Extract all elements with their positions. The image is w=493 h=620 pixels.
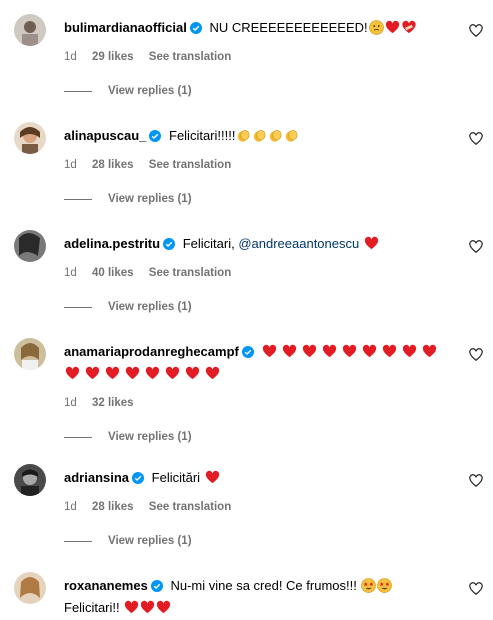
- view-replies-label: View replies (1): [108, 193, 192, 205]
- comment-time: 1d: [64, 501, 77, 513]
- see-translation-button[interactable]: See translation: [149, 501, 231, 513]
- star-struck-icon: [361, 578, 377, 598]
- neutral-face-icon: [368, 20, 384, 40]
- verified-badge-icon: [163, 236, 176, 255]
- red-heart-icon: [364, 236, 379, 256]
- avatar[interactable]: [14, 572, 46, 604]
- replies-divider: [64, 436, 92, 438]
- comment-likes[interactable]: 28 likes: [92, 159, 134, 171]
- red-heart-icon: [262, 344, 277, 364]
- comment-time: 1d: [64, 397, 77, 409]
- comment-text: Nu-mi vine sa cred! Ce frumos!!!: [170, 578, 357, 593]
- comment-meta: 1d 40 likes See translation: [64, 266, 453, 280]
- red-heart-icon: [145, 366, 160, 386]
- star-struck-icon: [377, 578, 393, 598]
- red-heart-icon: [205, 366, 220, 386]
- comment-username[interactable]: alinapuscau_: [64, 128, 146, 143]
- comment-username[interactable]: adriansina: [64, 470, 129, 485]
- red-heart-icon: [362, 344, 377, 364]
- comment-meta: 1d 32 likes: [64, 396, 453, 410]
- comment-username[interactable]: bulimardianaofficial: [64, 20, 187, 35]
- verified-badge-icon: [189, 20, 202, 39]
- view-replies-button[interactable]: View replies (1): [64, 84, 453, 98]
- red-heart-icon: [402, 344, 417, 364]
- red-heart-icon: [85, 366, 100, 386]
- comment-time: 1d: [64, 267, 77, 279]
- comment-meta: 1d 29 likes See translation: [64, 50, 453, 64]
- avatar[interactable]: [14, 230, 46, 262]
- red-heart-icon: [385, 20, 400, 40]
- comment-likes[interactable]: 40 likes: [92, 267, 134, 279]
- comment-time: 1d: [64, 159, 77, 171]
- verified-badge-icon: [149, 128, 162, 147]
- like-heart-icon[interactable]: [469, 132, 483, 146]
- avatar[interactable]: [14, 464, 46, 496]
- red-heart-icon: [322, 344, 337, 364]
- red-heart-icon: [156, 600, 171, 620]
- comment-text: Felicitări: [151, 470, 201, 485]
- view-replies-button[interactable]: View replies (1): [64, 192, 453, 206]
- comment-likes[interactable]: 32 likes: [92, 397, 134, 409]
- mending-heart-icon: [401, 20, 417, 40]
- replies-divider: [64, 540, 92, 542]
- avatar[interactable]: [14, 122, 46, 154]
- red-heart-icon: [140, 600, 155, 620]
- red-heart-icon: [65, 366, 80, 386]
- comment-username[interactable]: roxananemes: [64, 578, 148, 593]
- comment-likes[interactable]: 29 likes: [92, 51, 134, 63]
- verified-badge-icon: [150, 578, 163, 597]
- replies-divider: [64, 306, 92, 308]
- comment-likes[interactable]: 28 likes: [92, 501, 134, 513]
- view-replies-label: View replies (1): [108, 431, 192, 443]
- red-heart-icon: [105, 366, 120, 386]
- like-heart-icon[interactable]: [469, 582, 483, 596]
- comment-text-continued: Felicitari!!: [64, 600, 120, 615]
- verified-badge-icon: [241, 344, 254, 363]
- comment-username[interactable]: adelina.pestritu: [64, 236, 160, 251]
- avatar[interactable]: [14, 14, 46, 46]
- view-replies-label: View replies (1): [108, 535, 192, 547]
- avatar[interactable]: [14, 338, 46, 370]
- red-heart-icon: [342, 344, 357, 364]
- verified-badge-icon: [132, 470, 145, 489]
- view-replies-button[interactable]: View replies (1): [64, 300, 453, 314]
- replies-divider: [64, 90, 92, 92]
- view-replies-label: View replies (1): [108, 301, 192, 313]
- red-heart-icon: [205, 470, 220, 490]
- see-translation-button[interactable]: See translation: [149, 159, 231, 171]
- like-heart-icon[interactable]: [469, 24, 483, 38]
- comment-text: Felicitari!!!!!: [169, 128, 236, 143]
- view-replies-button[interactable]: View replies (1): [64, 534, 453, 548]
- like-heart-icon[interactable]: [469, 240, 483, 254]
- comment-meta: 1d 28 likes See translation: [64, 500, 453, 514]
- red-heart-icon: [282, 344, 297, 364]
- comment-username[interactable]: anamariaprodanreghecampf: [64, 344, 239, 359]
- red-heart-icon: [124, 600, 139, 620]
- clapping-hands-icon: [284, 128, 299, 148]
- see-translation-button[interactable]: See translation: [149, 267, 231, 279]
- red-heart-icon: [165, 366, 180, 386]
- view-replies-label: View replies (1): [108, 85, 192, 97]
- view-replies-button[interactable]: View replies (1): [64, 430, 453, 444]
- mention-link[interactable]: @andreeaantonescu: [238, 236, 359, 251]
- comment-text: NU CREEEEEEEEEEEED!: [209, 20, 368, 35]
- red-heart-icon: [422, 344, 437, 364]
- replies-divider: [64, 198, 92, 200]
- red-heart-icon: [125, 366, 140, 386]
- comment-text: Felicitari,: [182, 236, 239, 251]
- like-heart-icon[interactable]: [469, 474, 483, 488]
- see-translation-button[interactable]: See translation: [149, 51, 231, 63]
- comment-meta: 1d 28 likes See translation: [64, 158, 453, 172]
- clapping-hands-icon: [268, 128, 283, 148]
- red-heart-icon: [382, 344, 397, 364]
- red-heart-icon: [185, 366, 200, 386]
- clapping-hands-icon: [252, 128, 267, 148]
- red-heart-icon: [302, 344, 317, 364]
- like-heart-icon[interactable]: [469, 348, 483, 362]
- clapping-hands-icon: [236, 128, 251, 148]
- comment-time: 1d: [64, 51, 77, 63]
